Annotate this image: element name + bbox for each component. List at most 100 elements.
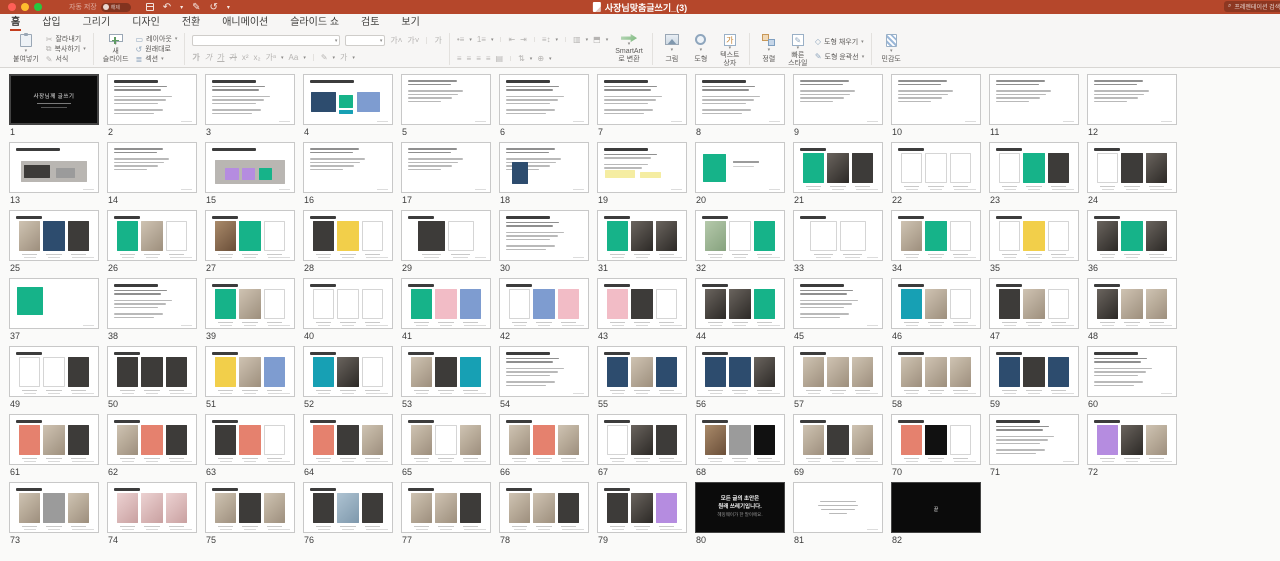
slide-thumbnail[interactable] (989, 414, 1079, 465)
font-color-button[interactable]: 가 (340, 52, 347, 63)
section-button[interactable]: ≣ 섹션 ▾ (136, 54, 178, 64)
slide-thumbnail[interactable] (303, 414, 393, 465)
numbering-button[interactable]: 1≡ (477, 35, 486, 44)
quick-styles-button[interactable]: ✎ ▾ 빠른 스타일 (786, 33, 810, 67)
slide-thumbnail[interactable] (499, 278, 589, 329)
slide-thumbnail[interactable] (303, 210, 393, 261)
font-size-select[interactable]: ▾ (345, 35, 386, 46)
align-right-button[interactable]: ≡ (476, 54, 481, 63)
slide-thumbnail[interactable] (891, 142, 981, 193)
autosave-toggle[interactable]: 해제 (100, 2, 131, 12)
slide-thumbnail[interactable] (499, 74, 589, 125)
paste-button[interactable]: ▾ 붙여넣기 (11, 33, 41, 65)
slide-thumbnail[interactable] (401, 210, 491, 261)
slide-thumbnail[interactable] (205, 346, 295, 397)
slide-thumbnail[interactable] (107, 482, 197, 533)
save-icon[interactable] (145, 3, 154, 11)
slide-thumbnail[interactable] (793, 74, 883, 125)
distribute-button[interactable]: ▤ (496, 54, 504, 63)
undo-dropdown-chevron[interactable]: ▾ (180, 4, 183, 11)
bullets-button[interactable]: •≡ (457, 35, 464, 44)
outdent-button[interactable]: ⇤ (508, 35, 515, 44)
ribbon-tab[interactable]: 그리기 (82, 11, 112, 31)
line-spacing-button[interactable]: ≡↕ (542, 35, 551, 44)
sensitivity-button[interactable]: ▾ 민감도 (879, 33, 903, 65)
slide-thumbnail[interactable] (9, 142, 99, 193)
text-direction-button[interactable]: ⬒ (593, 35, 601, 44)
slide-thumbnail[interactable] (989, 74, 1079, 125)
slide-thumbnail[interactable] (695, 278, 785, 329)
slide-thumbnail[interactable] (597, 414, 687, 465)
slide-thumbnail[interactable] (1087, 278, 1177, 329)
slide-thumbnail[interactable] (401, 482, 491, 533)
ribbon-tab[interactable]: 홈 (10, 11, 22, 31)
slide-thumbnail[interactable] (891, 346, 981, 397)
subscript-button[interactable]: x₂ (254, 53, 261, 62)
change-case-button[interactable]: Aa (289, 53, 299, 62)
cut-button[interactable]: ✂ 잘라내기 (46, 34, 86, 44)
slide-thumbnail[interactable] (597, 278, 687, 329)
slide-thumbnail[interactable] (891, 74, 981, 125)
slide-thumbnail[interactable] (891, 414, 981, 465)
bold-button[interactable]: 가 (192, 52, 199, 63)
slide-thumbnail[interactable] (499, 210, 589, 261)
strikethrough-button[interactable]: 가 (230, 52, 237, 63)
slide-thumbnail[interactable] (107, 278, 197, 329)
shape-outline-button[interactable]: ✎ 도형 윤곽선 ▾ (815, 52, 864, 62)
slide-thumbnail[interactable] (499, 346, 589, 397)
slide-thumbnail[interactable] (695, 74, 785, 125)
slide-thumbnail[interactable] (597, 210, 687, 261)
textbox-button[interactable]: 가 ▾ 텍스트 상자 (718, 33, 742, 67)
slide-thumbnail[interactable] (793, 278, 883, 329)
clear-formatting-button[interactable]: 가 (434, 35, 441, 46)
shapes-button[interactable]: ▾ 도형 (689, 33, 713, 65)
slide-thumbnail[interactable] (205, 414, 295, 465)
slide-thumbnail[interactable] (401, 414, 491, 465)
columns-button[interactable]: ▥ (573, 35, 581, 44)
picture-button[interactable]: ▾ 그림 (660, 33, 684, 65)
slide-thumbnail[interactable] (499, 482, 589, 533)
ribbon-tab[interactable]: 전환 (181, 11, 201, 31)
slide-thumbnail[interactable] (793, 346, 883, 397)
align-center-button[interactable]: ≡ (467, 54, 472, 63)
slide-thumbnail[interactable] (107, 142, 197, 193)
slide-thumbnail[interactable] (499, 142, 589, 193)
ribbon-tab[interactable]: 보기 (400, 11, 420, 31)
slide-thumbnail[interactable] (793, 482, 883, 533)
slide-thumbnail[interactable]: 끝 (891, 482, 981, 533)
layout-button[interactable]: ▭ 레이아웃 ▾ (136, 34, 178, 44)
slide-thumbnail[interactable] (303, 74, 393, 125)
slide-thumbnail[interactable] (205, 482, 295, 533)
slide-thumbnail[interactable] (205, 74, 295, 125)
justify-button[interactable]: ≡ (486, 54, 491, 63)
slide-thumbnail[interactable] (107, 74, 197, 125)
vertical-align-button[interactable]: ⇅ (518, 54, 525, 63)
reset-button[interactable]: ↺ 원래대로 (136, 44, 178, 54)
slide-thumbnail[interactable] (9, 210, 99, 261)
font-name-select[interactable]: ▾ (192, 35, 341, 46)
arrange-button[interactable]: ▾ 정렬 (757, 33, 781, 65)
slide-thumbnail[interactable] (891, 278, 981, 329)
convert-to-smartart-button[interactable]: ▾ SmartArt 로 변환 (613, 33, 645, 65)
ribbon-tab[interactable]: 슬라이드 쇼 (289, 11, 340, 31)
slide-thumbnail[interactable] (107, 210, 197, 261)
superscript-button[interactable]: x² (242, 53, 249, 62)
slide-thumbnail[interactable] (303, 482, 393, 533)
indent-button[interactable]: ⇥ (520, 35, 527, 44)
ribbon-tab[interactable]: 디자인 (131, 11, 161, 31)
slide-thumbnail[interactable]: 사장님께 글쓰기 (9, 74, 99, 125)
slide-thumbnail[interactable] (891, 210, 981, 261)
undo-button[interactable]: ↶ (163, 2, 171, 13)
minimize-window-button[interactable] (21, 3, 29, 11)
slide-thumbnail[interactable] (695, 142, 785, 193)
slide-thumbnail[interactable] (401, 346, 491, 397)
slide-thumbnail[interactable] (205, 278, 295, 329)
slide-thumbnail[interactable] (793, 142, 883, 193)
increase-font-button[interactable]: 가˄ (390, 35, 402, 46)
align-left-button[interactable]: ≡ (457, 54, 462, 63)
slide-thumbnail[interactable] (597, 482, 687, 533)
slide-thumbnail[interactable] (303, 346, 393, 397)
slide-thumbnail[interactable] (107, 414, 197, 465)
slide-thumbnail[interactable] (989, 346, 1079, 397)
slide-thumbnail[interactable] (695, 346, 785, 397)
